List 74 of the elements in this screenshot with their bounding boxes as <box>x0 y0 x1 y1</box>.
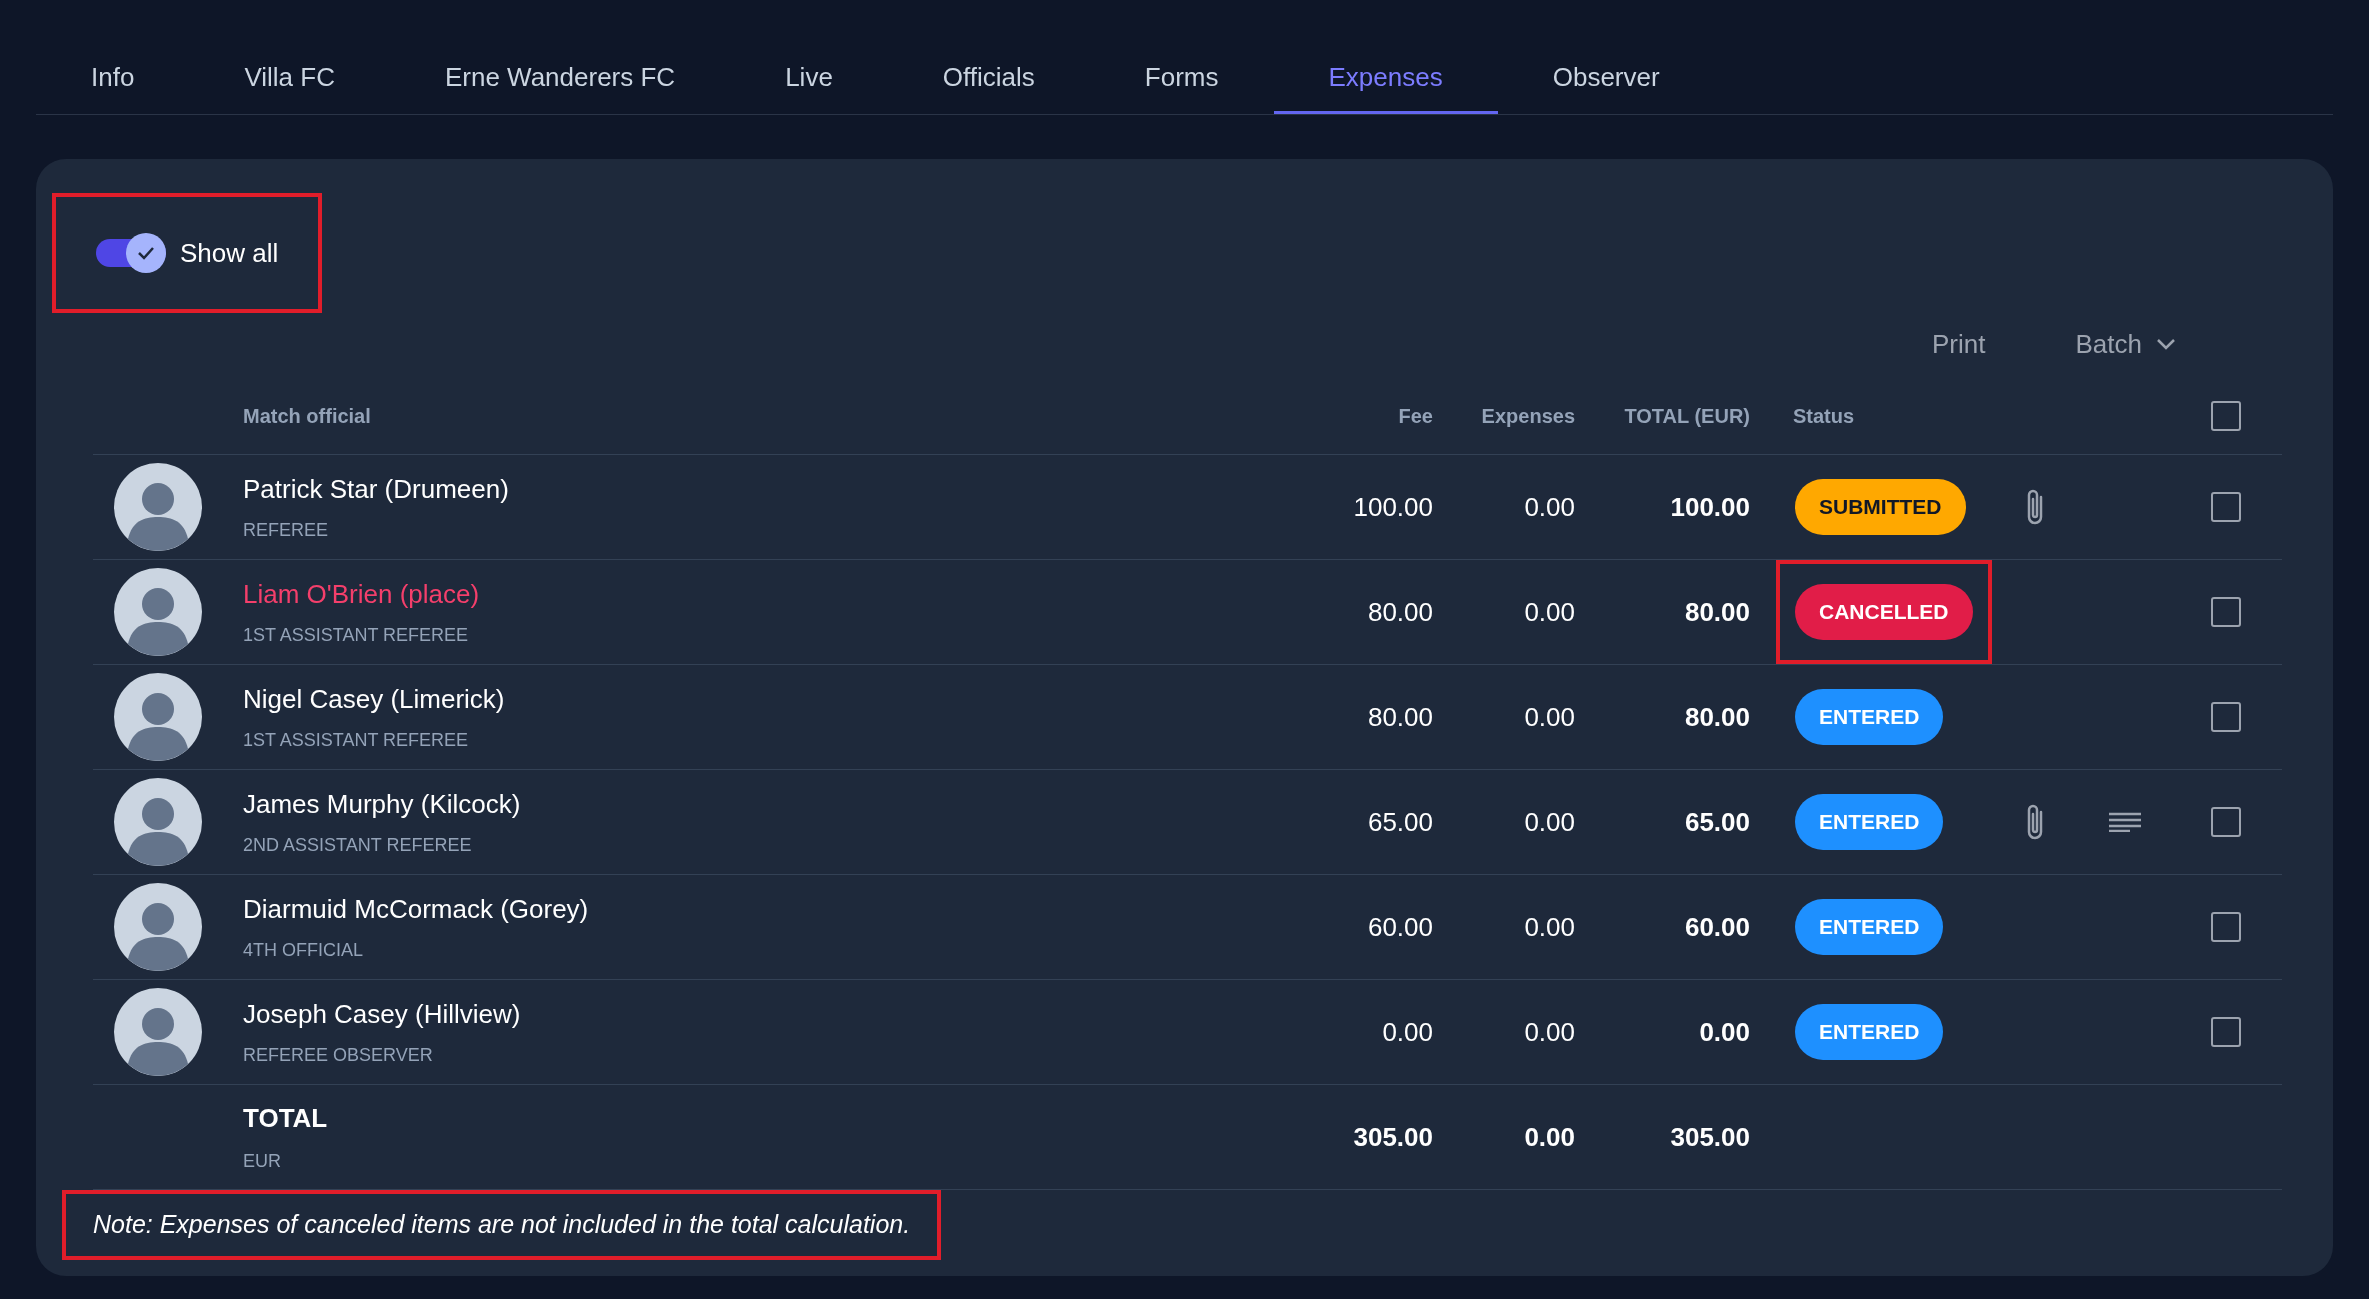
checkbox[interactable] <box>2211 807 2241 837</box>
fee-cell-text: 60.00 <box>1367 910 1433 944</box>
total-label: TOTAL <box>243 1102 328 1135</box>
tab[interactable]: Expenses <box>1273 44 1498 114</box>
batch-dropdown[interactable]: Batch <box>2075 324 2176 364</box>
notes-icon[interactable] <box>2108 812 2142 832</box>
checkbox[interactable] <box>2211 492 2241 522</box>
column-header: TOTAL (EUR) <box>1624 403 1750 429</box>
status-badge: ENTERED <box>1795 1004 1944 1060</box>
fee-total: 305.00 <box>1353 1120 1433 1154</box>
status-badge: ENTERED <box>1795 794 1944 850</box>
tab[interactable]: Observer <box>1497 44 1715 114</box>
checkbox[interactable] <box>2211 400 2241 431</box>
expenses-cell-text: 0.00 <box>1524 910 1575 944</box>
chevron-down-icon <box>2156 337 2176 351</box>
fee-cell-text: 80.00 <box>1367 700 1433 734</box>
column-header: Status <box>1793 403 1855 429</box>
checkbox[interactable] <box>2211 597 2241 627</box>
official-name: Nigel Casey (Limerick) <box>243 683 505 716</box>
official-role: 1ST ASSISTANT REFEREE <box>243 624 469 647</box>
total-cell-text: 80.00 <box>1684 595 1750 629</box>
expenses-cell-text: 0.00 <box>1524 595 1575 629</box>
tab[interactable]: Erne Wanderers FC <box>389 44 731 114</box>
status-badge: SUBMITTED <box>1795 479 1966 535</box>
fee-cell-text: 100.00 <box>1353 490 1433 524</box>
official-role: 2ND ASSISTANT REFEREE <box>243 834 472 857</box>
avatar-icon <box>114 568 202 656</box>
avatar-icon <box>114 778 202 866</box>
total-cell-text: 0.00 <box>1699 1015 1750 1049</box>
status-badge: CANCELLED <box>1795 584 1973 640</box>
total-cell-text: 60.00 <box>1684 910 1750 944</box>
fee-cell-text: 80.00 <box>1367 595 1433 629</box>
avatar-icon <box>114 673 202 761</box>
official-name: James Murphy (Kilcock) <box>243 788 521 821</box>
tab[interactable]: Forms <box>1089 44 1274 114</box>
currency-label: EUR <box>243 1150 281 1173</box>
print-button[interactable]: Print <box>1932 324 1986 364</box>
tab[interactable]: Villa FC <box>189 44 390 114</box>
official-name: Diarmuid McCormack (Gorey) <box>243 893 589 926</box>
avatar-icon <box>114 883 202 971</box>
avatar-icon <box>114 988 202 1076</box>
toggle-switch[interactable] <box>96 233 166 273</box>
official-role: 4TH OFFICIAL <box>243 939 363 962</box>
note-text: Note: Expenses of canceled items are not included in the total calculation. <box>93 1210 911 1238</box>
fee-cell-text: 65.00 <box>1367 805 1433 839</box>
expenses-cell-text: 0.00 <box>1524 1015 1575 1049</box>
tab[interactable]: Officials <box>887 44 1090 114</box>
expenses-cell-text: 0.00 <box>1524 805 1575 839</box>
official-name: Patrick Star (Drumeen) <box>243 473 509 506</box>
column-header: Match official <box>243 403 371 429</box>
official-role: REFEREE OBSERVER <box>243 1044 433 1067</box>
tab[interactable]: Info <box>36 44 190 114</box>
column-header: Expenses <box>1481 403 1575 429</box>
total-cell-text: 80.00 <box>1684 700 1750 734</box>
official-name: Liam O'Brien (place) <box>243 578 480 611</box>
official-role: REFEREE <box>243 519 329 542</box>
column-header: Fee <box>1398 403 1433 429</box>
status-badge: ENTERED <box>1795 899 1944 955</box>
official-name: Joseph Casey (Hillview) <box>243 998 521 1031</box>
official-role: 1ST ASSISTANT REFEREE <box>243 729 469 752</box>
total-cell-text: 100.00 <box>1670 490 1750 524</box>
checkbox[interactable] <box>2211 912 2241 942</box>
status-badge: ENTERED <box>1795 689 1944 745</box>
checkbox[interactable] <box>2211 702 2241 732</box>
fee-cell-text: 0.00 <box>1382 1015 1433 1049</box>
avatar-icon <box>114 463 202 551</box>
grand-total: 305.00 <box>1670 1120 1750 1154</box>
tab[interactable]: Live <box>730 44 888 114</box>
checkbox[interactable] <box>2211 1017 2241 1047</box>
expenses-total: 0.00 <box>1524 1120 1575 1154</box>
expenses-cell-text: 0.00 <box>1524 700 1575 734</box>
expenses-cell-text: 0.00 <box>1524 490 1575 524</box>
toggle-label: Show all <box>180 236 279 270</box>
total-cell-text: 65.00 <box>1684 805 1750 839</box>
